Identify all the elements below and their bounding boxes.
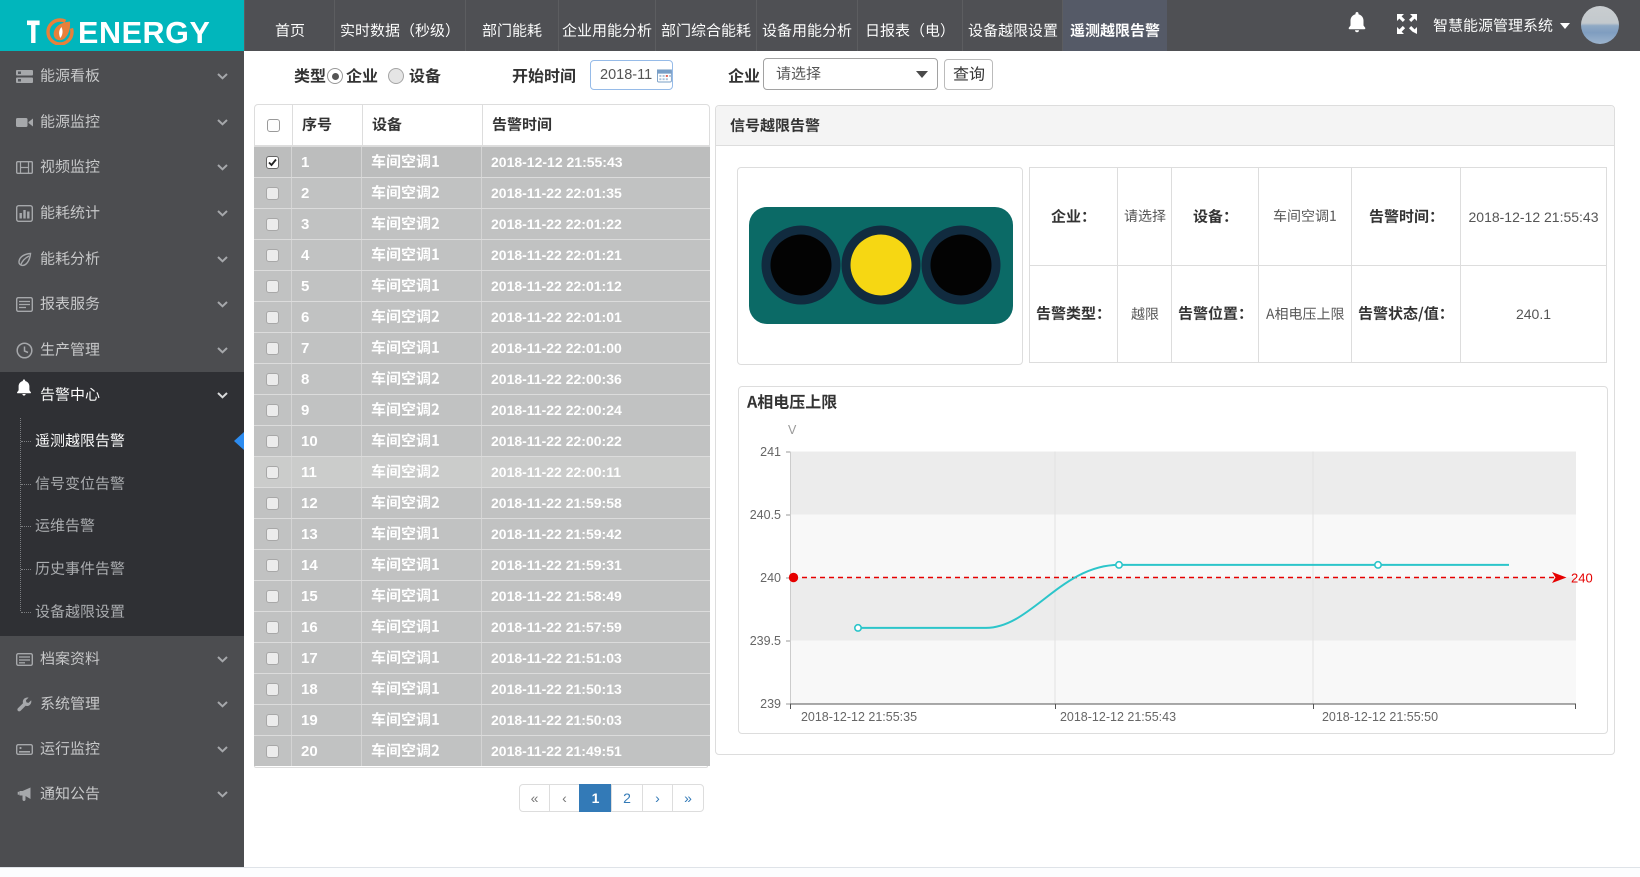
- svg-text:2018-12-12 21:55:50: 2018-12-12 21:55:50: [1322, 710, 1438, 724]
- svg-text:239.5: 239.5: [750, 634, 781, 648]
- svg-text:239: 239: [760, 697, 781, 711]
- svg-text:V: V: [788, 423, 797, 437]
- svg-text:2018-12-12 21:55:35: 2018-12-12 21:55:35: [801, 710, 917, 724]
- svg-text:2018-12-12 21:55:43: 2018-12-12 21:55:43: [1060, 710, 1176, 724]
- svg-text:240.5: 240.5: [750, 508, 781, 522]
- svg-text:240: 240: [760, 571, 781, 585]
- svg-text:240: 240: [1571, 571, 1593, 586]
- svg-text:ENERGY: ENERGY: [78, 16, 210, 45]
- svg-text:241: 241: [760, 445, 781, 459]
